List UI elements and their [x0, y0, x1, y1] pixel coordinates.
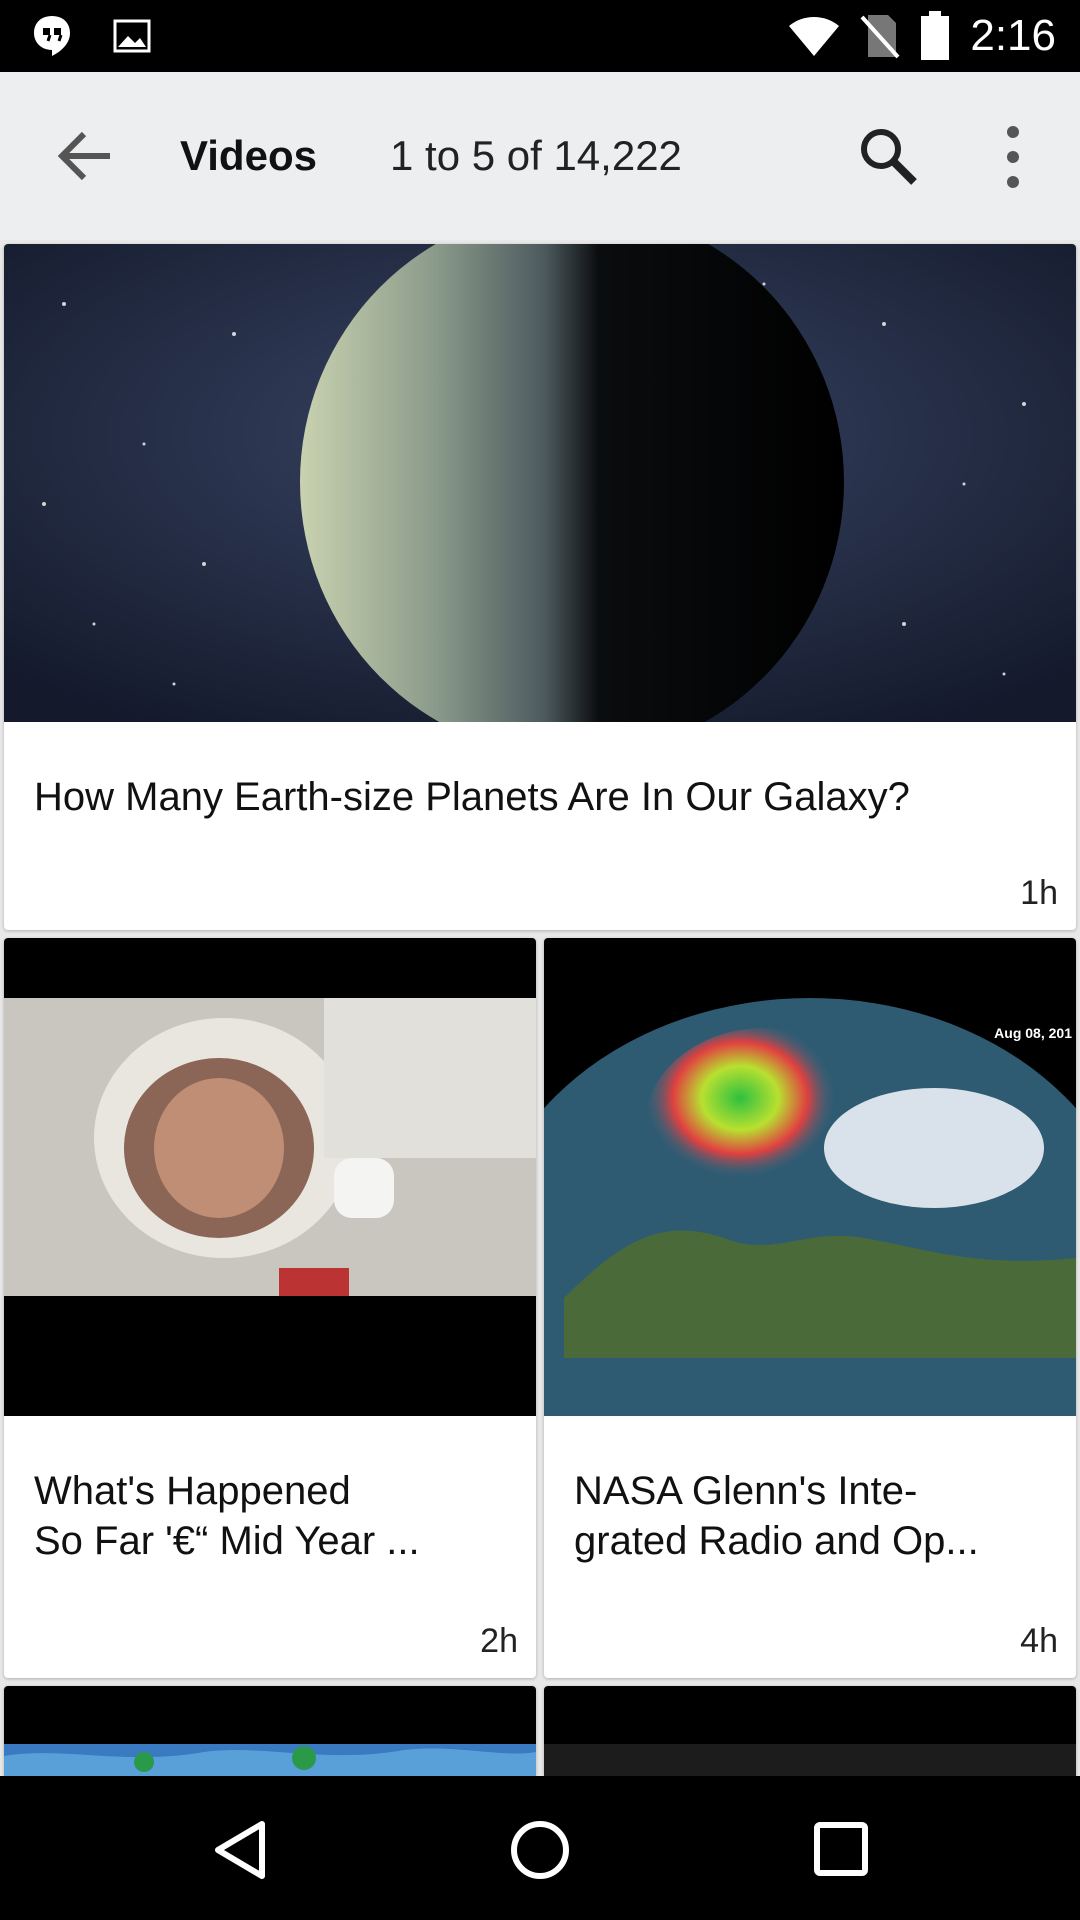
navigation-bar [0, 1776, 1080, 1920]
app-bar: Videos 1 to 5 of 14,222 [0, 72, 1080, 240]
clock: 2:16 [970, 11, 1056, 60]
hangouts-icon [34, 16, 70, 56]
video-age: 1h [1020, 874, 1058, 912]
video-title[interactable]: How Many Earth-size Planets Are In Our G… [34, 772, 1046, 822]
status-bar: 2:16 [0, 0, 1080, 72]
gallery-icon [113, 19, 151, 53]
search-icon[interactable] [856, 124, 920, 188]
video-title-line-2: grated Radio and Op... [574, 1519, 979, 1563]
video-thumbnail[interactable] [4, 1686, 536, 1776]
overflow-menu-icon[interactable] [988, 122, 1038, 192]
video-title-line-2: So Far '€“ Mid Year ... [34, 1519, 420, 1563]
back-triangle-icon[interactable] [210, 1818, 270, 1882]
video-age: 4h [1020, 1622, 1058, 1660]
video-thumbnail-exoplanet[interactable] [4, 244, 1076, 722]
thumbnail-date-overlay: Aug 08, 201 [994, 1025, 1072, 1041]
video-thumbnail[interactable] [544, 1686, 1076, 1776]
back-arrow-icon[interactable] [52, 122, 120, 190]
result-count: 1 to 5 of 14,222 [390, 132, 682, 179]
video-title-line-1: NASA Glenn's Inte- [574, 1469, 918, 1513]
video-card[interactable]: How Many Earth-size Planets Are In Our G… [4, 244, 1076, 930]
video-title[interactable]: NASA Glenn's Inte- grated Radio and Op..… [574, 1466, 1046, 1566]
battery-icon [921, 11, 950, 60]
video-card[interactable] [544, 1686, 1076, 1776]
home-circle-icon[interactable] [508, 1818, 572, 1882]
recents-square-icon[interactable] [812, 1820, 870, 1878]
video-card[interactable]: What's Happened So Far '€“ Mid Year ... … [4, 938, 536, 1678]
video-card[interactable] [4, 1686, 536, 1776]
no-sim-icon [860, 15, 900, 59]
video-title-line-1: What's Happened [34, 1469, 351, 1513]
video-card[interactable]: Aug 08, 201 NASA Glenn's Inte- grated Ra… [544, 938, 1076, 1678]
page-title: Videos [180, 132, 317, 179]
video-thumbnail-arctic-storm[interactable]: Aug 08, 201 [544, 938, 1076, 1416]
video-age: 2h [480, 1622, 518, 1660]
video-title[interactable]: What's Happened So Far '€“ Mid Year ... [34, 1466, 506, 1566]
wifi-icon [789, 17, 840, 56]
video-thumbnail-astronaut[interactable] [4, 938, 536, 1416]
